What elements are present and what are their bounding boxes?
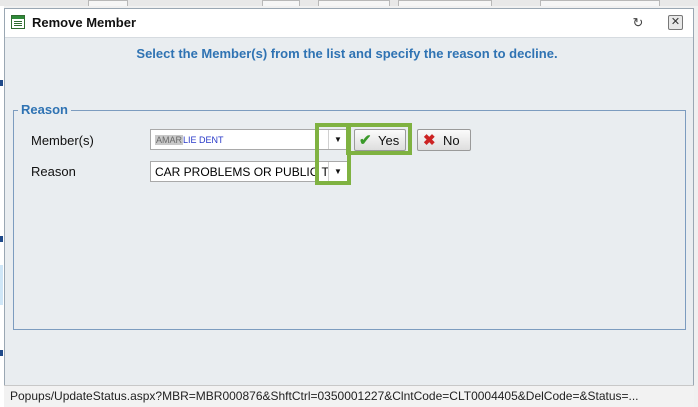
- status-bar-url: Popups/UpdateStatus.aspx?MBR=MBR000876&S…: [4, 385, 694, 407]
- background-mark: [0, 80, 3, 86]
- member-select-value: AMARLIE DENT: [155, 133, 224, 147]
- member-name: LIE DENT: [183, 135, 224, 145]
- background-tab: [398, 0, 492, 6]
- refresh-icon[interactable]: ↻: [631, 16, 645, 30]
- highlight-box: [346, 123, 412, 155]
- no-button-label: No: [443, 133, 460, 148]
- background-tab: [318, 0, 390, 6]
- dialog-title: Remove Member: [32, 15, 137, 30]
- background-mark: [0, 236, 3, 242]
- form-window-icon: [11, 15, 25, 29]
- no-button[interactable]: ✖ No: [417, 129, 471, 151]
- reason-legend: Reason: [18, 102, 71, 117]
- background-mark: [0, 265, 3, 305]
- background-tab: [540, 0, 660, 6]
- background-tab: [262, 0, 300, 6]
- reason-label: Reason: [31, 164, 76, 179]
- remove-member-dialog: Remove Member ↻ ✕ Select the Member(s) f…: [4, 8, 694, 404]
- background-tab: [88, 0, 128, 6]
- member-name-redacted: AMAR: [155, 135, 184, 145]
- x-icon: ✖: [423, 132, 436, 149]
- instruction-text: Select the Member(s) from the list and s…: [136, 46, 558, 61]
- close-icon[interactable]: ✕: [668, 15, 683, 30]
- member-label: Member(s): [31, 133, 94, 148]
- dialog-titlebar: Remove Member ↻ ✕: [5, 9, 693, 38]
- reason-select-value: CAR PROBLEMS OR PUBLIC TR: [155, 165, 338, 179]
- background-mark: [0, 350, 3, 356]
